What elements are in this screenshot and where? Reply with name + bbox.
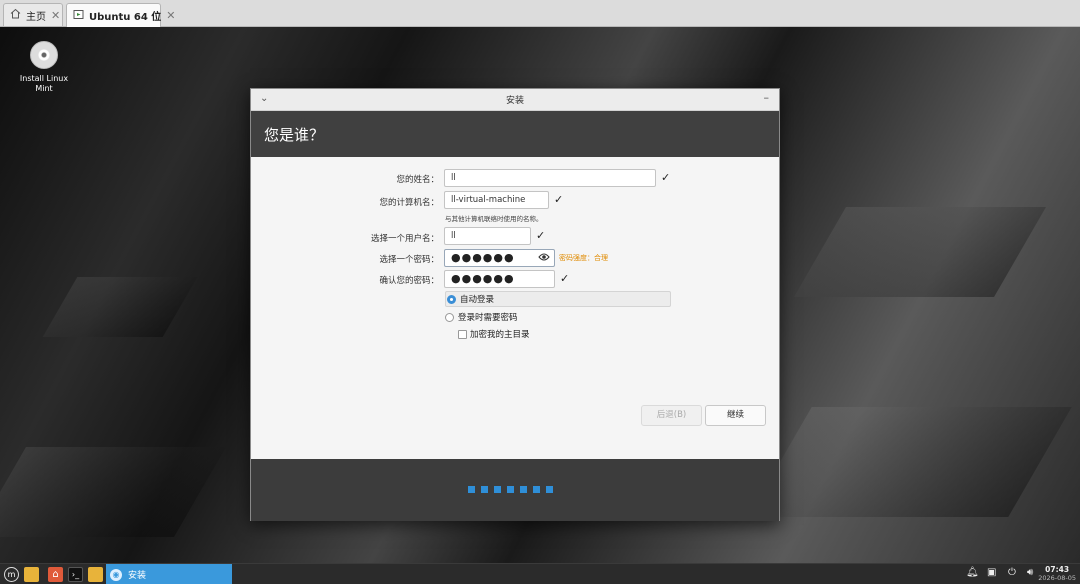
terminal-icon[interactable]: ›_ [68, 567, 83, 582]
checkbox-icon[interactable] [458, 329, 467, 339]
back-button[interactable]: 后退(B) [641, 405, 702, 426]
computer-name-input[interactable]: ll-virtual-machine [444, 191, 549, 209]
desktop-icon-label: Install Linux Mint [19, 74, 69, 93]
volume-icon[interactable]: 🔊︎ [1027, 567, 1033, 578]
encrypt-home-option[interactable]: 加密我的主目录 [458, 328, 530, 340]
encrypt-home-label: 加密我的主目录 [470, 330, 530, 340]
host-tab-vm[interactable]: Ubuntu 64 位 ✕ [66, 3, 176, 27]
wallpaper-shape [42, 277, 198, 337]
display-icon[interactable]: ▣ [987, 567, 996, 578]
home-icon [10, 8, 21, 22]
chevron-down-icon[interactable]: ⌄ [260, 93, 268, 104]
computer-name-label: 您的计算机名： [379, 198, 439, 208]
close-icon[interactable]: ✕ [166, 9, 175, 22]
auto-login-label: 自动登录 [460, 295, 495, 305]
host-tab-vm-label: Ubuntu 64 位 [89, 12, 162, 23]
check-icon: ✓ [560, 272, 570, 285]
name-input[interactable]: ll [444, 169, 656, 187]
vm-icon [73, 9, 84, 23]
clock[interactable]: 07:43 2026-08-05 [1038, 565, 1076, 583]
password-input[interactable]: ●●●●●● [444, 249, 555, 267]
progress-step [546, 486, 553, 493]
window-title: 安装 [505, 96, 524, 106]
folder-icon[interactable] [88, 567, 103, 582]
install-linux-mint-desktop-icon[interactable]: Install Linux Mint [14, 41, 74, 94]
window-titlebar[interactable]: ⌄ 安装 – [251, 89, 779, 111]
progress-step [494, 486, 501, 493]
auto-login-option[interactable]: 自动登录 [445, 291, 671, 307]
name-label: 您的姓名： [396, 175, 439, 185]
confirm-password-input[interactable]: ●●●●●● [444, 270, 555, 288]
check-icon: ✓ [661, 171, 671, 184]
password-strength: 密码强度：合理 [559, 254, 608, 262]
host-tab-home-label: 主页 [26, 11, 46, 23]
installer-footer [251, 459, 779, 521]
progress-step [507, 486, 514, 493]
taskbar-task-label: 安装 [128, 571, 147, 581]
username-input[interactable]: ll [444, 227, 531, 245]
files-icon[interactable] [24, 567, 39, 582]
progress-step [481, 486, 488, 493]
taskbar: m ⌂ ›_ ◉ 安装 🔔︎ ▣ ⏻ 🔊︎ 07:43 2026-08-05 [0, 563, 1080, 584]
mint-menu-icon[interactable]: m [4, 567, 19, 582]
minimize-button[interactable]: – [764, 91, 770, 104]
progress-indicator [468, 486, 553, 493]
computer-name-value: ll-virtual-machine [451, 195, 526, 205]
require-password-option[interactable]: 登录时需要密码 [445, 309, 518, 325]
progress-step [520, 486, 527, 493]
host-tab-home[interactable]: 主页 ✕ [3, 3, 63, 26]
close-icon[interactable]: ✕ [51, 9, 60, 22]
user-form: 您的姓名： ll ✓ 您的计算机名： ll-virtual-machine ✓ … [251, 157, 779, 459]
clock-date: 2026-08-05 [1038, 574, 1076, 582]
wallpaper-shape [748, 407, 1072, 517]
radio-icon[interactable] [445, 312, 454, 322]
eye-icon[interactable] [538, 252, 550, 265]
password-mask: ●●●●●● [451, 251, 515, 264]
power-icon[interactable]: ⏻ [1008, 567, 1016, 578]
computer-name-hint: 与其他计算机联络时使用的名称。 [445, 215, 543, 223]
require-password-label: 登录时需要密码 [458, 313, 518, 323]
progress-step [468, 486, 475, 493]
check-icon: ✓ [536, 229, 546, 242]
wallpaper-shape [794, 207, 1046, 297]
host-tab-bar: 主页 ✕ Ubuntu 64 位 ✕ [0, 0, 1080, 27]
taskbar-task-installer[interactable]: ◉ 安装 [106, 564, 232, 584]
check-icon: ✓ [554, 193, 564, 206]
confirm-password-mask: ●●●●●● [451, 272, 515, 285]
progress-step [533, 486, 540, 493]
name-value: ll [451, 173, 456, 183]
disc-icon [30, 41, 58, 69]
software-manager-icon[interactable]: ⌂ [48, 567, 63, 582]
password-label: 选择一个密码： [379, 255, 439, 265]
installer-icon: ◉ [110, 568, 122, 581]
username-value: ll [451, 231, 456, 241]
continue-button[interactable]: 继续 [705, 405, 766, 426]
wallpaper-shape [0, 447, 226, 537]
installer-window: ⌄ 安装 – 您是谁？ 您的姓名： ll ✓ 您的计算机名： ll-virtua… [250, 88, 780, 521]
radio-selected-icon[interactable] [447, 294, 456, 304]
bell-icon[interactable]: 🔔︎ [966, 567, 979, 578]
username-label: 选择一个用户名： [370, 234, 439, 244]
confirm-password-label: 确认您的密码： [379, 276, 439, 286]
clock-time: 07:43 [1045, 565, 1070, 574]
page-title: 您是谁？ [251, 111, 779, 157]
